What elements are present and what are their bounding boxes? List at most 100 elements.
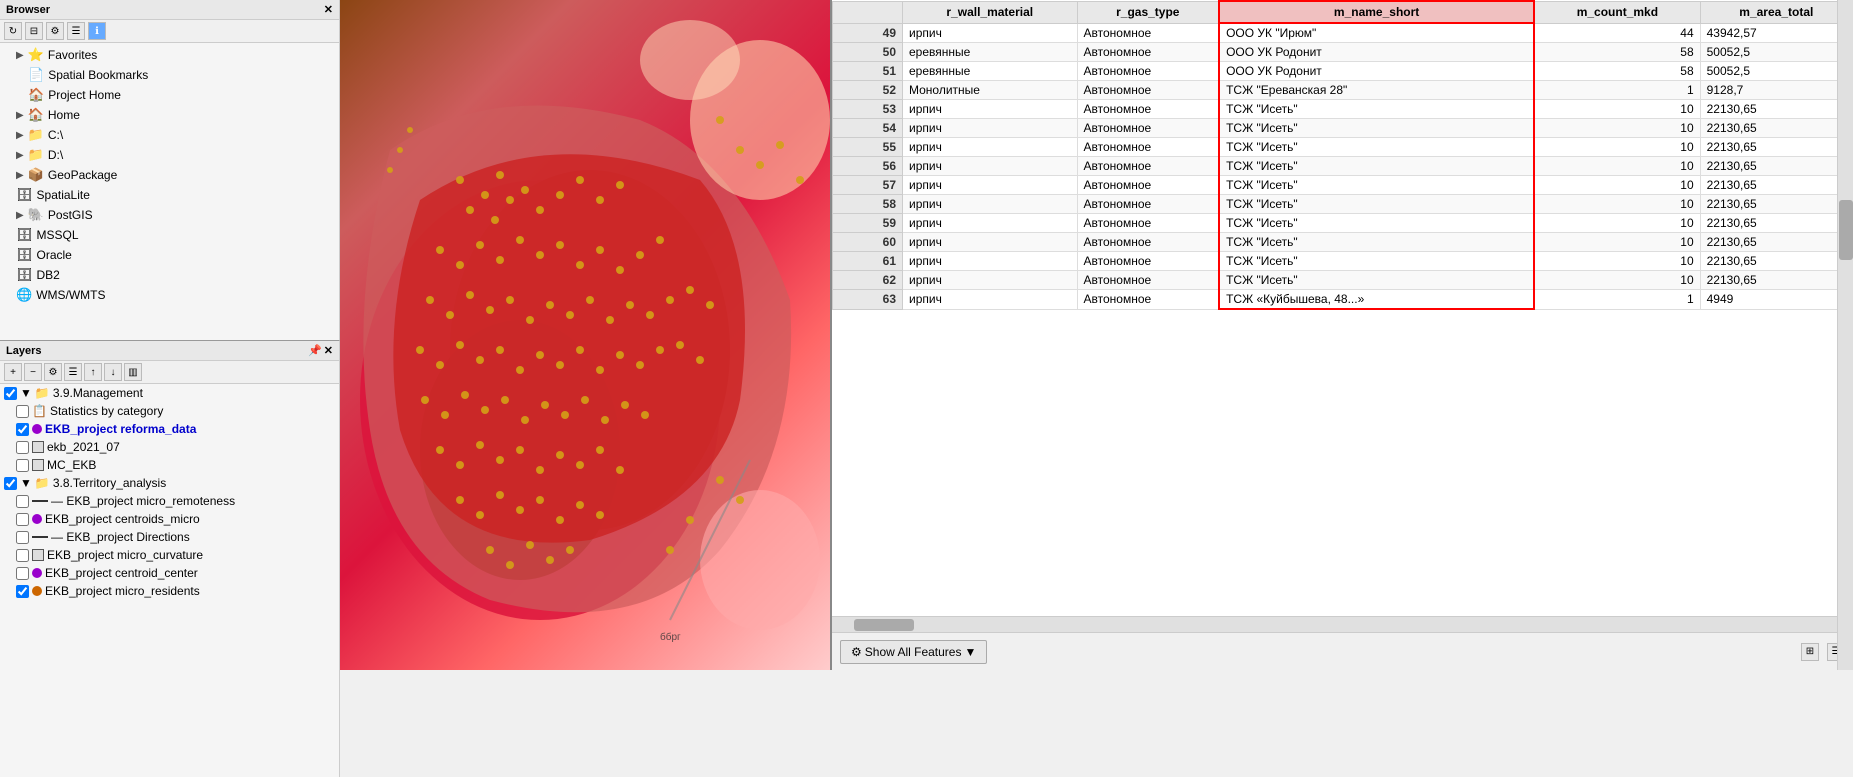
- layer-up-button[interactable]: ↑: [84, 363, 102, 381]
- col-r-wall-material[interactable]: r_wall_material: [903, 1, 1078, 23]
- cell-area-total: 22130,65: [1700, 157, 1852, 176]
- layer-checkbox-remoteness[interactable]: [16, 495, 29, 508]
- filter-layers-button[interactable]: ⚙: [44, 363, 62, 381]
- layer-checkbox-centroid-center[interactable]: [16, 567, 29, 580]
- v-scroll-thumb[interactable]: [1839, 200, 1853, 260]
- arrow-icon: ▶: [16, 150, 24, 161]
- table-row[interactable]: 57 ирпич Автономное ТСЖ "Исеть" 10 22130…: [833, 176, 1853, 195]
- info-button[interactable]: ℹ: [88, 22, 106, 40]
- browser-item-geopackage[interactable]: ▶ 📦 GeoPackage: [0, 165, 339, 185]
- browser-item-d[interactable]: ▶ 📁 D:\: [0, 145, 339, 165]
- cell-name-short: ТСЖ "Исеть": [1219, 119, 1534, 138]
- browser-item-favorites[interactable]: ▶ ⭐ Favorites: [0, 45, 339, 65]
- layer-checkbox-ekb2021[interactable]: [16, 441, 29, 454]
- layer-checkbox-curvature[interactable]: [16, 549, 29, 562]
- browser-close-icon[interactable]: ✕: [324, 3, 333, 16]
- table-icon: 📋: [32, 404, 47, 418]
- table-row[interactable]: 60 ирпич Автономное ТСЖ "Исеть" 10 22130…: [833, 233, 1853, 252]
- layers-title: Layers: [6, 345, 41, 357]
- browser-item-spatial-bookmarks[interactable]: 📄 Spatial Bookmarks: [0, 65, 339, 85]
- layer-micro-remoteness[interactable]: — EKB_project micro_remoteness: [0, 492, 339, 510]
- browser-item-wms[interactable]: 🌐 WMS/WMTS: [0, 285, 339, 305]
- folder-c-icon: 📁: [28, 127, 44, 143]
- row-number: 55: [833, 138, 903, 157]
- table-row[interactable]: 50 еревянные Автономное ООО УК Родонит 5…: [833, 43, 1853, 62]
- table-wrapper[interactable]: r_wall_material r_gas_type m_name_short …: [832, 0, 1853, 616]
- layer-centroid-center[interactable]: EKB_project centroid_center: [0, 564, 339, 582]
- layer-curvature[interactable]: EKB_project micro_curvature: [0, 546, 339, 564]
- table-row[interactable]: 52 Монолитные Автономное ТСЖ "Ереванская…: [833, 81, 1853, 100]
- reforma-label: EKB_project reforma_data: [45, 422, 196, 436]
- layer-reforma[interactable]: EKB_project reforma_data: [0, 420, 339, 438]
- cell-count-mkd: 10: [1534, 252, 1700, 271]
- row-number: 52: [833, 81, 903, 100]
- browser-item-mssql[interactable]: 🗄 MSSQL: [0, 225, 339, 245]
- layers-pin-icon[interactable]: 📌: [308, 344, 322, 357]
- table-row[interactable]: 49 ирпич Автономное ООО УК "Ирюм" 44 439…: [833, 23, 1853, 43]
- layer-checkbox-mc-ekb[interactable]: [16, 459, 29, 472]
- layers-toolbar: + − ⚙ ☰ ↑ ↓ ▥: [0, 361, 339, 384]
- layer-checkbox-directions[interactable]: [16, 531, 29, 544]
- browser-item-oracle[interactable]: 🗄 Oracle: [0, 245, 339, 265]
- layer-checkbox-micro-residents[interactable]: [16, 585, 29, 598]
- bookmark-icon: 📄: [28, 67, 44, 83]
- browser-item-home[interactable]: ▶ 🏠 Home: [0, 105, 339, 125]
- layer-ekb2021[interactable]: ekb_2021_07: [0, 438, 339, 456]
- table-row[interactable]: 58 ирпич Автономное ТСЖ "Исеть" 10 22130…: [833, 195, 1853, 214]
- layer-directions[interactable]: — EKB_project Directions: [0, 528, 339, 546]
- add-layer-button[interactable]: +: [4, 363, 22, 381]
- cell-area-total: 22130,65: [1700, 195, 1852, 214]
- table-toggle-button[interactable]: ⊞: [1801, 643, 1819, 661]
- layer-checkbox-management[interactable]: [4, 387, 17, 400]
- collapse-button[interactable]: ⊟: [25, 22, 43, 40]
- c-label: C:\: [48, 128, 63, 142]
- layer-checkbox-reforma[interactable]: [16, 423, 29, 436]
- browser-item-db2[interactable]: 🗄 DB2: [0, 265, 339, 285]
- layer-settings-button[interactable]: ☰: [64, 363, 82, 381]
- layer-group-button[interactable]: ▥: [124, 363, 142, 381]
- browser-item-postgis[interactable]: ▶ 🐘 PostGIS: [0, 205, 339, 225]
- h-scroll-thumb[interactable]: [854, 619, 914, 631]
- geopackage-icon: 📦: [28, 167, 44, 183]
- table-row[interactable]: 59 ирпич Автономное ТСЖ "Исеть" 10 22130…: [833, 214, 1853, 233]
- mssql-icon: 🗄: [16, 227, 33, 243]
- table-row[interactable]: 63 ирпич Автономное ТСЖ «Куйбышева, 48..…: [833, 290, 1853, 310]
- filter-button[interactable]: ⚙: [46, 22, 64, 40]
- remove-layer-button[interactable]: −: [24, 363, 42, 381]
- cell-area-total: 50052,5: [1700, 43, 1852, 62]
- browser-item-c[interactable]: ▶ 📁 C:\: [0, 125, 339, 145]
- col-r-gas-type[interactable]: r_gas_type: [1077, 1, 1219, 23]
- vertical-scrollbar[interactable]: [1837, 0, 1853, 670]
- layer-group-management[interactable]: ▼ 📁 3.9.Management: [0, 384, 339, 402]
- table-row[interactable]: 62 ирпич Автономное ТСЖ "Исеть" 10 22130…: [833, 271, 1853, 290]
- col-m-area-total[interactable]: m_area_total: [1700, 1, 1852, 23]
- layer-statistics[interactable]: 📋 Statistics by category: [0, 402, 339, 420]
- table-row[interactable]: 55 ирпич Автономное ТСЖ "Исеть" 10 22130…: [833, 138, 1853, 157]
- cell-gas-type: Автономное: [1077, 195, 1219, 214]
- layer-checkbox-centroids[interactable]: [16, 513, 29, 526]
- table-row[interactable]: 53 ирпич Автономное ТСЖ "Исеть" 10 22130…: [833, 100, 1853, 119]
- table-row[interactable]: 61 ирпич Автономное ТСЖ "Исеть" 10 22130…: [833, 252, 1853, 271]
- table-row[interactable]: 51 еревянные Автономное ООО УК Родонит 5…: [833, 62, 1853, 81]
- map-area[interactable]: ббрг Кирпич: [340, 0, 830, 670]
- project-home-icon: 🏠: [28, 87, 44, 103]
- browser-item-spatialite[interactable]: 🗄 SpatiaLite: [0, 185, 339, 205]
- layer-checkbox-territory[interactable]: [4, 477, 17, 490]
- col-m-name-short[interactable]: m_name_short: [1219, 1, 1534, 23]
- show-all-features-button[interactable]: ⚙ Show All Features ▼: [840, 640, 987, 664]
- layer-down-button[interactable]: ↓: [104, 363, 122, 381]
- settings-button[interactable]: ☰: [67, 22, 85, 40]
- layer-centroids-micro[interactable]: EKB_project centroids_micro: [0, 510, 339, 528]
- table-row[interactable]: 54 ирпич Автономное ТСЖ "Исеть" 10 22130…: [833, 119, 1853, 138]
- layer-checkbox-statistics[interactable]: [16, 405, 29, 418]
- refresh-button[interactable]: ↻: [4, 22, 22, 40]
- col-rownum[interactable]: [833, 1, 903, 23]
- layer-micro-residents[interactable]: EKB_project micro_residents: [0, 582, 339, 600]
- layer-group-territory[interactable]: ▼ 📁 3.8.Territory_analysis: [0, 474, 339, 492]
- table-row[interactable]: 56 ирпич Автономное ТСЖ "Исеть" 10 22130…: [833, 157, 1853, 176]
- col-m-count-mkd[interactable]: m_count_mkd: [1534, 1, 1700, 23]
- horizontal-scrollbar[interactable]: [832, 616, 1853, 632]
- browser-item-project-home[interactable]: 🏠 Project Home: [0, 85, 339, 105]
- layer-mc-ekb[interactable]: MC_EKB: [0, 456, 339, 474]
- layers-close-icon[interactable]: ✕: [324, 344, 333, 357]
